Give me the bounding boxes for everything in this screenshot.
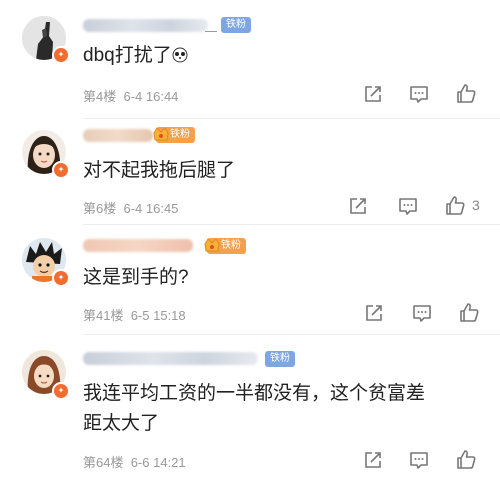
comment-button[interactable] (411, 302, 433, 324)
avatar-badge-icon: ✦ (52, 269, 70, 287)
username[interactable] (83, 352, 258, 365)
fan-badge-crown-icon (153, 127, 169, 141)
username[interactable] (83, 19, 208, 32)
share-icon (366, 305, 382, 321)
like-button[interactable] (444, 195, 466, 217)
like-icon (446, 196, 465, 215)
comment-time: 6-5 15:18 (130, 308, 186, 323)
comment-icon (410, 452, 428, 469)
share-button[interactable] (362, 83, 384, 105)
comment-meta: 第41楼 6-5 15:18 (83, 305, 186, 324)
like-icon (457, 84, 476, 103)
like-button[interactable] (455, 449, 477, 471)
comment-icon (399, 198, 417, 215)
share-button[interactable] (363, 302, 385, 324)
avatar-badge-icon: ✦ (52, 161, 70, 179)
share-icon (365, 452, 381, 468)
fan-badge-label: 铁粉 (221, 240, 241, 251)
comment-text-line: 我连平均工资的一半都没有，这个贫富差 (83, 383, 426, 404)
comment-button[interactable] (408, 83, 430, 105)
floor-number: 第6楼 (83, 201, 117, 216)
comment-meta: 第64楼 6-6 14:21 (83, 452, 186, 471)
comment-time: 6-4 16:45 (123, 201, 179, 216)
comment-content: 对不起我拖后腿了 (83, 160, 236, 181)
like-icon (460, 303, 479, 322)
share-button[interactable] (347, 195, 369, 217)
comment-icon (410, 86, 428, 103)
like-icon (457, 450, 476, 469)
fan-badge[interactable]: 铁粉 (221, 17, 251, 33)
share-button[interactable] (362, 449, 384, 471)
comment-item: ✦ 铁粉 这是到手的? 第41楼 6-5 15:18 (0, 224, 500, 334)
comment-item: ✦ 铁粉 dbq打扰了 第4楼 6-4 16:44 (0, 0, 500, 118)
fan-badge[interactable]: 铁粉 (265, 351, 295, 367)
avatar-badge-icon: ✦ (52, 382, 70, 400)
comment-content: dbq打扰了 (83, 42, 188, 70)
comment-button[interactable] (397, 195, 419, 217)
username[interactable] (83, 239, 193, 252)
panda-emoji-icon (172, 44, 188, 63)
comment-icon (413, 305, 431, 322)
fan-badge[interactable]: 铁粉 (204, 238, 246, 254)
comment-content: 我连平均工资的一半都没有，这个贫富差 距太大了 (83, 379, 425, 439)
avatar-badge-icon: ✦ (52, 46, 70, 64)
like-button[interactable] (458, 302, 480, 324)
comment-content: 这是到手的? (83, 267, 189, 288)
comment-item: ✦ 铁粉 对不起我拖后腿了 第6楼 6-4 16:45 3 (0, 118, 500, 235)
floor-number: 第64楼 (83, 455, 124, 470)
comment-item: ✦ 铁粉 我连平均工资的一半都没有，这个贫富差 距太大了 第64楼 6-6 14… (0, 334, 500, 483)
like-button[interactable] (455, 83, 477, 105)
username[interactable] (83, 129, 153, 142)
floor-number: 第41楼 (83, 308, 124, 323)
comment-meta: 第6楼 6-4 16:45 (83, 198, 178, 217)
floor-number: 第4楼 (83, 89, 117, 104)
comment-button[interactable] (408, 449, 430, 471)
comment-text: dbq打扰了 (83, 45, 172, 66)
fan-badge-label: 铁粉 (170, 129, 190, 140)
share-icon (365, 86, 381, 102)
comment-time: 6-4 16:44 (123, 89, 179, 104)
fan-badge-crown-icon (204, 238, 220, 252)
share-icon (350, 198, 366, 214)
comment-text-line: 距太大了 (83, 413, 160, 434)
comment-time: 6-6 14:21 (130, 455, 186, 470)
fan-badge[interactable]: 铁粉 (153, 127, 195, 143)
comment-meta: 第4楼 6-4 16:44 (83, 86, 178, 105)
like-count: 3 (472, 197, 480, 213)
username-underline (205, 31, 217, 32)
